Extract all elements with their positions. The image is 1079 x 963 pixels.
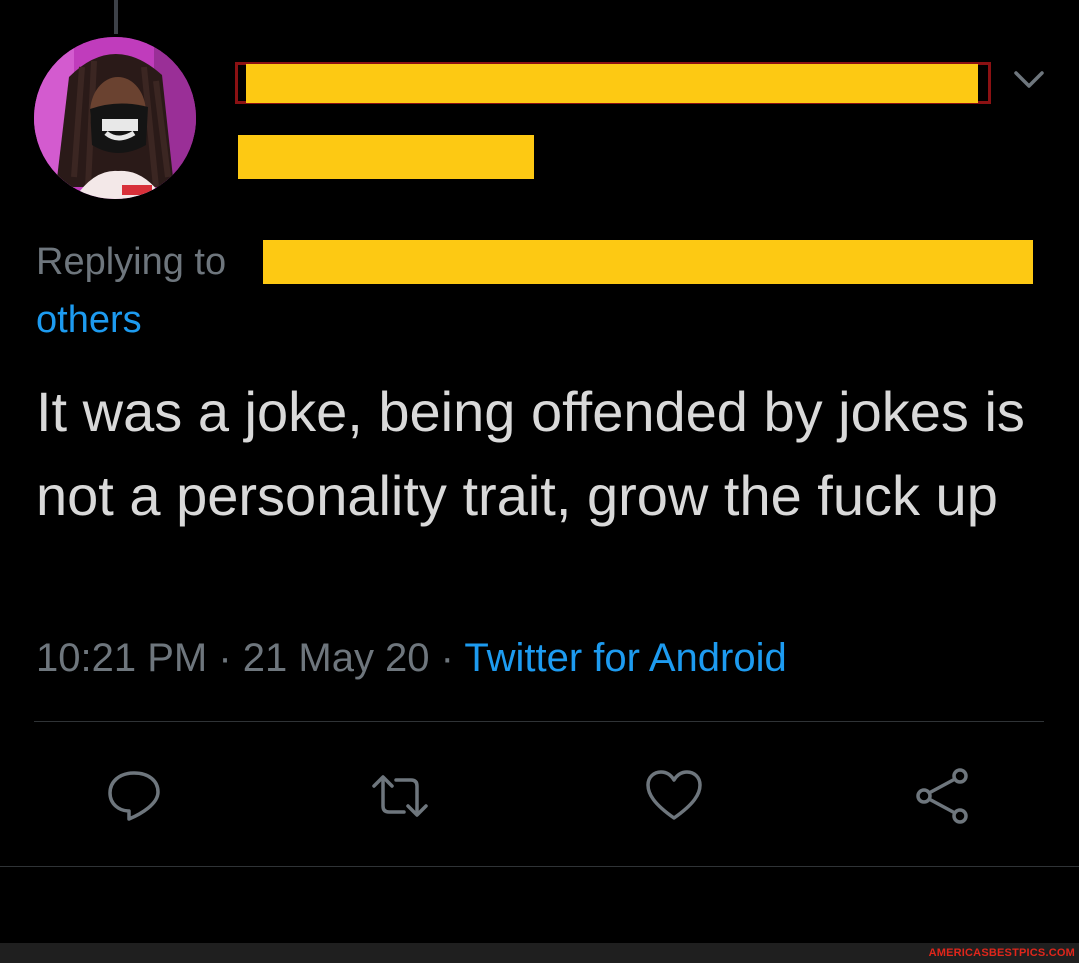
tweet-time: 10:21 PM [36,636,208,680]
watermark-bar [0,943,1079,963]
meta-separator: · [429,636,465,680]
tweet-source-link[interactable]: Twitter for Android [464,636,786,680]
meta-separator: · [207,636,243,680]
retweet-icon[interactable] [370,766,430,826]
watermark-text: AMERICASBESTPICS.COM [928,947,1075,959]
reply-recipients-redacted [263,240,1033,284]
thread-connector-line [114,0,118,34]
avatar-photo [34,37,196,199]
heart-icon[interactable] [644,766,704,826]
avatar[interactable] [34,37,196,199]
handle-redacted [238,135,534,179]
tweet-meta: 10:21 PM · 21 May 20 · Twitter for Andro… [36,632,787,684]
reply-icon[interactable] [104,766,164,826]
display-name-redacted [246,64,978,103]
bottom-divider [0,866,1079,867]
tweet-text: It was a joke, being offended by jokes i… [36,380,1025,527]
tweet-date: 21 May 20 [242,636,430,680]
share-icon[interactable] [912,766,972,826]
actions-divider [34,721,1044,722]
tweet-detail-screen: Replying to others It was a joke, being … [0,0,1079,963]
chevron-down-icon[interactable] [1012,68,1046,92]
others-link[interactable]: others [36,296,142,344]
replying-to-label: Replying to [36,241,227,283]
